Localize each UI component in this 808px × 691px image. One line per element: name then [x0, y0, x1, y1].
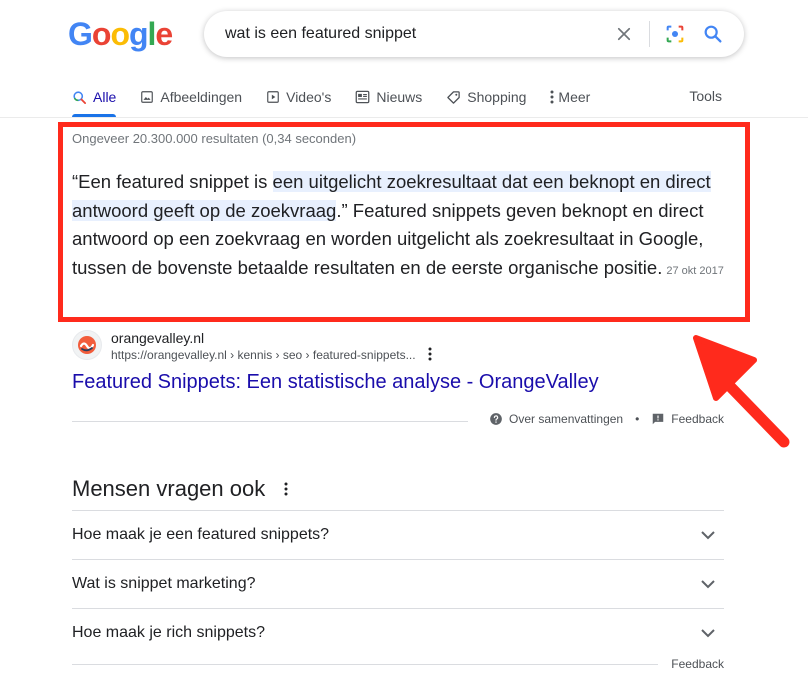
tab-shopping[interactable]: Shopping	[446, 86, 526, 108]
site-favicon[interactable]	[72, 330, 102, 360]
paa-question[interactable]: Hoe maak je een featured snippets?	[72, 511, 724, 559]
chevron-down-icon	[701, 580, 715, 589]
site-name[interactable]: orangevalley.nl	[111, 330, 204, 346]
paa-question[interactable]: Hoe maak je rich snippets?	[72, 609, 724, 657]
tab-afbeeldingen[interactable]: Afbeeldingen	[140, 86, 242, 108]
search-icon[interactable]	[702, 23, 724, 45]
result-stats: Ongeveer 20.300.000 resultaten (0,34 sec…	[72, 131, 357, 146]
help-icon[interactable]	[489, 412, 503, 426]
google-logo[interactable]: Google	[68, 16, 173, 53]
paa-bottom-divider	[72, 664, 658, 665]
search-divider	[649, 21, 650, 47]
snippet-prefix: “Een featured snippet is	[72, 171, 273, 192]
search-icon	[73, 90, 86, 104]
paa-question-text: Hoe maak je rich snippets?	[72, 624, 265, 641]
paa-question[interactable]: Wat is snippet marketing?	[72, 560, 724, 608]
tab-meer[interactable]: Meer	[550, 86, 590, 108]
tab-label: Nieuws	[376, 89, 423, 105]
paa-title: Mensen vragen ook	[72, 476, 266, 501]
paa-menu-icon[interactable]	[284, 480, 288, 501]
search-tabs: Alle Afbeeldingen Video's Nieuws Shoppin…	[72, 86, 724, 108]
tab-videos[interactable]: Video's	[266, 86, 331, 108]
paa-question-text: Wat is snippet marketing?	[72, 575, 256, 592]
search-input[interactable]: wat is een featured snippet	[225, 25, 613, 43]
orangevalley-logo-icon	[78, 336, 96, 354]
featured-snippet: “Een featured snippet is een uitgelicht …	[72, 168, 732, 285]
logo-letter-o1: o	[91, 16, 112, 52]
tab-label: Shopping	[467, 89, 527, 105]
search-box[interactable]: wat is een featured snippet	[204, 11, 744, 57]
tab-alle[interactable]: Alle	[72, 86, 116, 108]
clear-icon[interactable]	[613, 23, 635, 45]
separator-dot: •	[635, 412, 640, 426]
logo-letter-g: G	[68, 16, 93, 52]
news-icon	[355, 90, 370, 104]
tab-label: Video's	[286, 89, 332, 105]
tab-label: Afbeeldingen	[160, 89, 243, 105]
about-divider	[72, 421, 468, 422]
tab-label: Alle	[93, 89, 117, 105]
tabs-divider	[0, 117, 808, 118]
paa-feedback-link[interactable]: Feedback	[671, 657, 724, 671]
about-snippets-link[interactable]: Over samenvattingen	[509, 412, 623, 426]
chevron-down-icon	[701, 629, 715, 638]
tag-icon	[447, 90, 460, 104]
paa-question-text: Hoe maak je een featured snippets?	[72, 526, 330, 543]
image-icon	[141, 91, 154, 103]
more-vert-icon	[550, 90, 554, 104]
snippet-date: 27 okt 2017	[666, 264, 724, 277]
chevron-down-icon	[701, 531, 715, 540]
logo-letter-o2: o	[110, 16, 130, 52]
site-url[interactable]: https://orangevalley.nl › kennis › seo ›…	[111, 348, 416, 362]
logo-letter-l: l	[147, 16, 157, 52]
logo-letter-g2: g	[128, 16, 149, 52]
result-title-link[interactable]: Featured Snippets: Een statistische anal…	[72, 371, 599, 394]
tab-nieuws[interactable]: Nieuws	[355, 86, 422, 108]
result-menu-icon[interactable]	[428, 347, 432, 364]
red-arrow-annotation	[693, 335, 790, 448]
lens-icon[interactable]	[664, 23, 686, 45]
video-icon	[267, 91, 279, 103]
tab-label: Meer	[558, 89, 591, 105]
logo-letter-e: e	[155, 16, 173, 52]
feedback-icon[interactable]	[651, 412, 665, 426]
tools-button[interactable]: Tools	[689, 88, 722, 104]
